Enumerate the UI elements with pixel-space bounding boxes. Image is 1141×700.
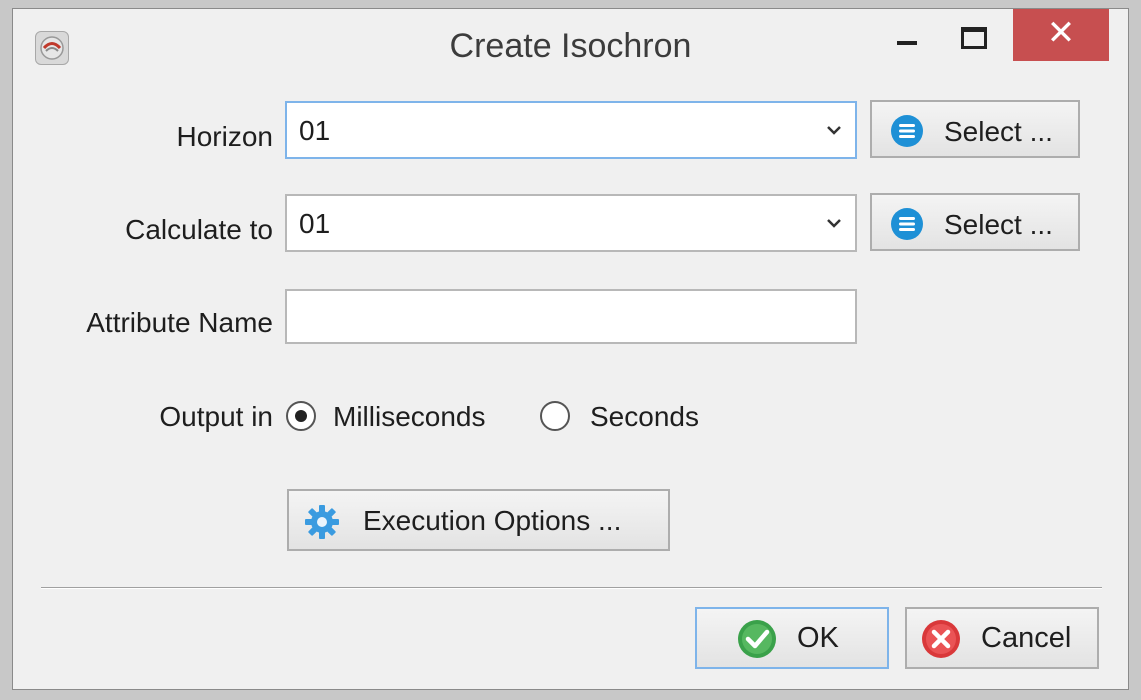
seconds-label[interactable]: Seconds bbox=[590, 401, 699, 433]
calculate-to-select-button[interactable]: Select ... bbox=[870, 193, 1080, 251]
select-button-label: Select ... bbox=[944, 116, 1053, 147]
create-isochron-dialog: Create Isochron ✕ Horizon 01 Select ... … bbox=[12, 8, 1129, 690]
minimize-button[interactable] bbox=[885, 9, 931, 61]
milliseconds-label[interactable]: Milliseconds bbox=[333, 401, 486, 433]
milliseconds-radio[interactable] bbox=[286, 401, 316, 431]
ok-button[interactable]: OK bbox=[695, 607, 889, 669]
calculate-to-label: Calculate to bbox=[125, 214, 273, 245]
attribute-name-input[interactable] bbox=[285, 289, 857, 344]
cancel-icon bbox=[922, 620, 960, 658]
ok-label: OK bbox=[797, 622, 839, 654]
list-icon bbox=[891, 115, 923, 147]
execution-options-button[interactable]: Execution Options ... bbox=[287, 489, 670, 551]
close-button[interactable]: ✕ bbox=[1013, 9, 1109, 61]
output-in-label: Output in bbox=[159, 401, 273, 432]
calculate-to-combo[interactable]: 01 bbox=[285, 194, 857, 252]
close-icon: ✕ bbox=[1046, 14, 1076, 52]
gear-icon bbox=[305, 505, 339, 539]
attribute-name-label: Attribute Name bbox=[86, 307, 273, 338]
seconds-radio[interactable] bbox=[540, 401, 570, 431]
separator bbox=[41, 587, 1102, 589]
execution-options-label: Execution Options ... bbox=[363, 505, 622, 536]
list-icon bbox=[891, 208, 923, 240]
chevron-down-icon[interactable] bbox=[825, 121, 843, 139]
minimize-icon bbox=[897, 41, 917, 45]
maximize-icon bbox=[961, 27, 987, 49]
chevron-down-icon[interactable] bbox=[825, 214, 843, 232]
cancel-button[interactable]: Cancel bbox=[905, 607, 1099, 669]
cancel-label: Cancel bbox=[981, 622, 1072, 654]
horizon-select-button[interactable]: Select ... bbox=[870, 100, 1080, 158]
horizon-combo[interactable]: 01 bbox=[285, 101, 857, 159]
horizon-label: Horizon bbox=[176, 121, 273, 152]
radio-selected-dot bbox=[295, 410, 307, 422]
maximize-button[interactable] bbox=[951, 9, 997, 61]
title-bar[interactable]: Create Isochron ✕ bbox=[13, 9, 1128, 89]
dialog-content: Horizon 01 Select ... Calculate to 01 Se… bbox=[13, 89, 1128, 691]
horizon-value: 01 bbox=[299, 115, 331, 146]
select-button-label: Select ... bbox=[944, 209, 1053, 240]
checkmark-icon bbox=[738, 620, 776, 658]
calculate-to-value: 01 bbox=[299, 208, 331, 239]
